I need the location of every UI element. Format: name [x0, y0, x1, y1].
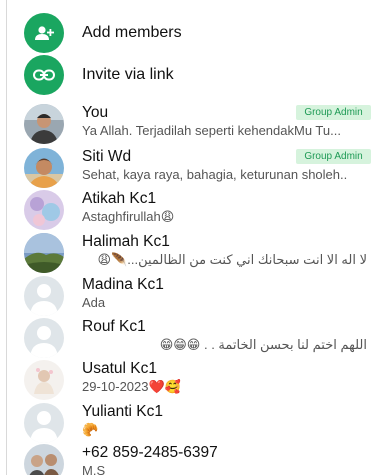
member-avatar: [24, 444, 64, 475]
member-name: Siti Wd: [82, 148, 132, 165]
member-row[interactable]: +62 859-2485-6397 M.S: [0, 444, 371, 475]
member-status: اللهم اختم لنا بحسن الخاتمة . . 😁😁😁: [159, 337, 367, 352]
member-row[interactable]: Yulianti Kc1 🥐: [0, 403, 371, 445]
link-icon: [24, 55, 64, 95]
member-status: لا اله الا انت سبحانك اني كنت من الظالمي…: [97, 252, 367, 267]
member-status: Sehat, kaya raya, bahagia, keturunan sho…: [82, 167, 348, 182]
member-row[interactable]: Rouf Kc1 اللهم اختم لنا بحسن الخاتمة . .…: [0, 318, 371, 360]
member-name: Atikah Kc1: [82, 190, 157, 207]
member-status: Ya Allah. Terjadilah seperti kehendakMu …: [82, 123, 341, 138]
default-avatar-icon: [24, 318, 64, 358]
member-status: 29-10-2023❤️🥰: [82, 379, 181, 394]
invite-via-link-label: Invite via link: [82, 66, 174, 83]
default-avatar-icon: [24, 403, 64, 443]
member-name: Usatul Kc1: [82, 360, 157, 377]
group-admin-badge: Group Admin: [296, 105, 371, 120]
member-avatar: [24, 360, 64, 400]
member-avatar: [24, 233, 64, 273]
member-status: Astaghfirullah😩: [82, 209, 175, 224]
default-avatar-icon: [24, 276, 64, 316]
add-person-icon: [24, 13, 64, 53]
member-avatar: [24, 148, 64, 188]
member-avatar: [24, 190, 64, 230]
member-row[interactable]: Siti Wd Group Admin Sehat, kaya raya, ba…: [0, 148, 371, 190]
group-members-panel: Add members Invite via link You Group Ad…: [0, 0, 371, 475]
member-row[interactable]: Madina Kc1 Ada: [0, 276, 371, 318]
member-status: Ada: [82, 295, 106, 310]
member-row[interactable]: Halimah Kc1 لا اله الا انت سبحانك اني كن…: [0, 233, 371, 275]
member-name: Yulianti Kc1: [82, 403, 163, 420]
member-name: You: [82, 104, 109, 121]
member-status: M.S: [82, 463, 106, 475]
member-name: Madina Kc1: [82, 276, 164, 293]
member-row[interactable]: Atikah Kc1 Astaghfirullah😩: [0, 190, 371, 232]
member-row[interactable]: You Group Admin Ya Allah. Terjadilah sep…: [0, 104, 371, 146]
invite-via-link-button[interactable]: Invite via link: [0, 54, 371, 96]
member-status: 🥐: [82, 422, 99, 437]
member-avatar: [24, 104, 64, 144]
add-members-button[interactable]: Add members: [0, 12, 371, 54]
member-name: Rouf Kc1: [82, 318, 146, 335]
member-name: Halimah Kc1: [82, 233, 170, 250]
member-row[interactable]: Usatul Kc1 29-10-2023❤️🥰: [0, 360, 371, 402]
add-members-label: Add members: [82, 24, 182, 41]
member-name: +62 859-2485-6397: [82, 444, 218, 461]
group-admin-badge: Group Admin: [296, 149, 371, 164]
